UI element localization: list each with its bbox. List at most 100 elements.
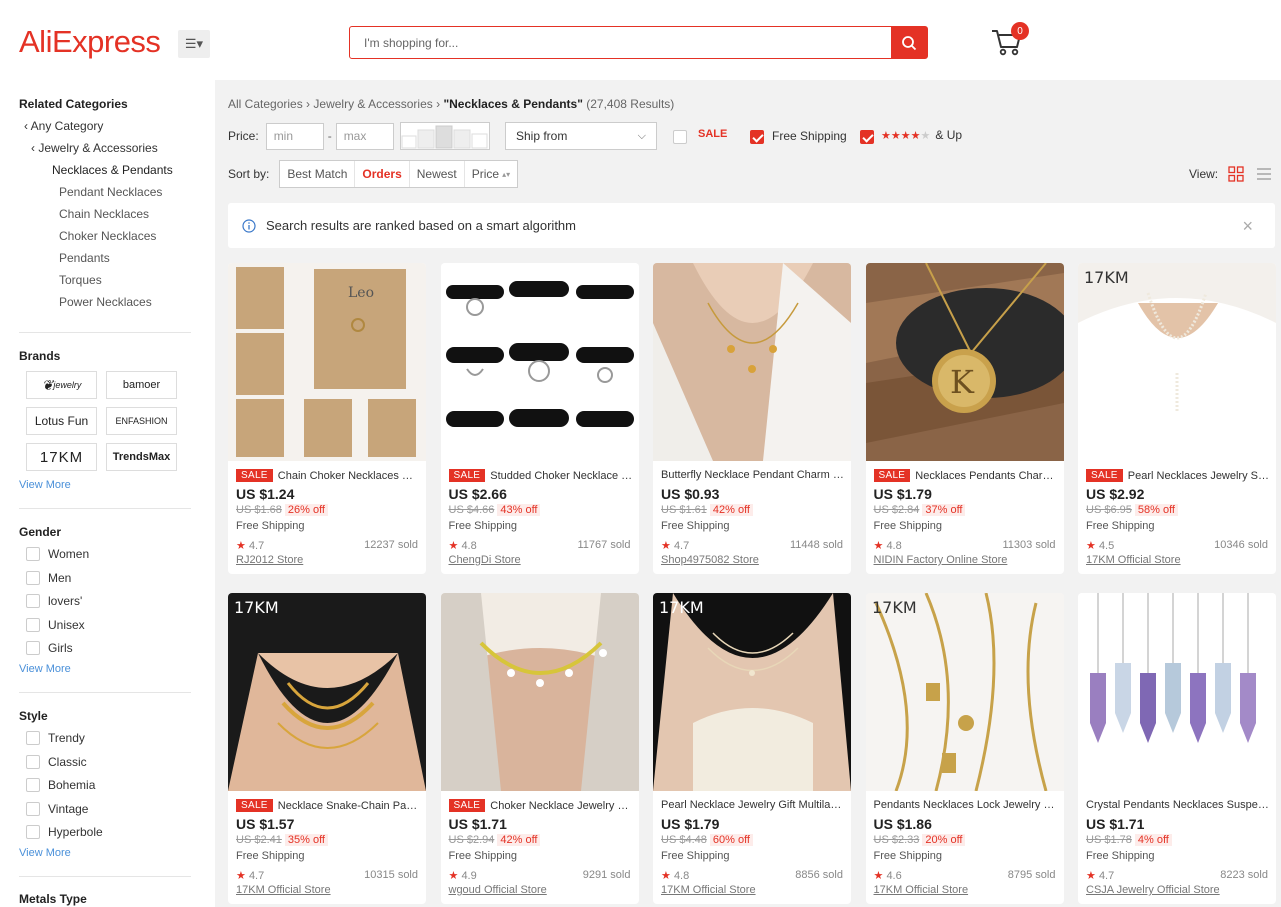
product-store-link[interactable]: wgoud Official Store: [449, 884, 547, 896]
product-image[interactable]: 17KM: [865, 593, 1064, 791]
product-card[interactable]: Leo SALEChain Choker Necklaces Pendants W…: [228, 263, 426, 574]
subcategory-link[interactable]: Chain Necklaces: [59, 207, 149, 221]
product-title[interactable]: SALENecklaces Pendants Charm Letter: [873, 469, 1058, 482]
product-card[interactable]: K SALENecklaces Pendants Charm Letter US $…: [865, 263, 1064, 574]
style-option[interactable]: Classic: [26, 754, 87, 769]
product-store-link[interactable]: RJ2012 Store: [236, 554, 303, 566]
subcategory-link[interactable]: Torques: [59, 273, 102, 287]
breadcrumb-parent[interactable]: Jewelry & Accessories: [313, 97, 432, 111]
sale-checkbox[interactable]: [673, 130, 687, 144]
product-image[interactable]: [653, 263, 851, 461]
product-title[interactable]: Crystal Pendants Necklaces Suspension: [1086, 799, 1270, 811]
gender-view-more[interactable]: View More: [19, 663, 71, 675]
subcategory-link[interactable]: Power Necklaces: [59, 295, 152, 309]
checkbox[interactable]: [26, 778, 40, 792]
gender-option[interactable]: Women: [26, 547, 89, 561]
product-image[interactable]: [1078, 593, 1276, 791]
checkbox[interactable]: [26, 570, 40, 585]
brand-bamoer[interactable]: bamoer: [106, 371, 177, 399]
product-card[interactable]: 17KM Pendants Necklaces Lock Jewelry Gold…: [865, 593, 1064, 904]
breadcrumb-all[interactable]: All Categories: [228, 97, 303, 111]
product-image[interactable]: [440, 263, 639, 461]
sort-newest[interactable]: Newest: [410, 161, 465, 187]
style-option[interactable]: Hyperbole: [26, 825, 103, 839]
style-option[interactable]: Bohemia: [26, 778, 95, 792]
subcategory-link[interactable]: Pendant Necklaces: [59, 185, 162, 199]
style-title: Style: [19, 709, 48, 723]
checkbox[interactable]: [26, 641, 40, 655]
checkbox[interactable]: [26, 547, 40, 561]
product-card[interactable]: 17KM SALENecklace Snake-Chain Parent Laye…: [228, 593, 426, 904]
gender-option[interactable]: lovers': [26, 594, 82, 608]
price-histogram-icon[interactable]: [399, 122, 490, 150]
product-store-link[interactable]: 17KM Official Store: [661, 884, 756, 896]
product-title[interactable]: Butterfly Necklace Pendant Charm Jewelry: [661, 469, 845, 481]
search-button[interactable]: [891, 27, 927, 58]
any-category-link[interactable]: ‹ Any Category: [24, 119, 103, 133]
gender-option[interactable]: Men: [26, 570, 71, 585]
product-title[interactable]: Pendants Necklaces Lock Jewelry Gold: [874, 799, 1058, 811]
product-store-link[interactable]: 17KM Official Store: [236, 884, 331, 896]
product-price: US $2.92: [1086, 486, 1145, 502]
checkbox[interactable]: [26, 825, 40, 839]
product-title[interactable]: SALEChoker Necklace Jewelry Simple Beads: [448, 799, 633, 812]
brand-enfashion[interactable]: ENFASHION: [106, 407, 177, 435]
product-card[interactable]: SALEStudded Choker Necklace Punk Leather…: [440, 263, 639, 574]
checkbox[interactable]: [26, 617, 40, 632]
price-max-input[interactable]: max: [335, 122, 394, 150]
product-store-link[interactable]: CSJA Jewelry Official Store: [1086, 884, 1220, 896]
product-title[interactable]: SALEPearl Necklaces Jewelry Shell Pendan…: [1086, 469, 1270, 482]
product-card[interactable]: Butterfly Necklace Pendant Charm Jewelry…: [653, 263, 851, 574]
product-image[interactable]: 17KM: [228, 593, 426, 791]
search-input[interactable]: [350, 27, 891, 58]
product-title[interactable]: SALEStudded Choker Necklace Punk Leather: [448, 469, 633, 482]
product-price: US $2.66: [448, 486, 507, 502]
brands-view-more[interactable]: View More: [19, 479, 71, 491]
style-option[interactable]: Vintage: [26, 801, 88, 816]
product-store-link[interactable]: Shop4975082 Store: [661, 554, 759, 566]
sort-price[interactable]: Price ▴▾: [465, 161, 517, 187]
product-card[interactable]: 17KM Pearl Necklace Jewelry Gift Multilay…: [653, 593, 851, 904]
close-icon[interactable]: ×: [1242, 216, 1253, 237]
aliexpress-logo[interactable]: AliExpress: [19, 24, 161, 60]
product-store-link[interactable]: ChengDi Store: [449, 554, 521, 566]
sort-orders[interactable]: Orders: [355, 161, 410, 187]
product-image[interactable]: Leo: [228, 263, 426, 461]
checkbox[interactable]: [26, 801, 40, 816]
subcategory-link[interactable]: Pendants: [59, 251, 110, 265]
style-view-more[interactable]: View More: [19, 847, 71, 859]
brand-jewelry[interactable]: ❦ jewelry: [26, 371, 97, 399]
product-store-link[interactable]: 17KM Official Store: [874, 884, 969, 896]
grid-view-icon[interactable]: [1228, 166, 1244, 182]
product-image[interactable]: 17KM: [653, 593, 851, 791]
brand-17km[interactable]: 17KM: [26, 443, 97, 471]
checkbox[interactable]: [26, 754, 40, 769]
gender-option[interactable]: Girls: [26, 641, 73, 655]
subcategory-link[interactable]: Choker Necklaces: [59, 229, 156, 243]
checkbox[interactable]: [26, 594, 40, 608]
category-menu-button[interactable]: ☰▾: [178, 30, 210, 58]
brand-lotus-fun[interactable]: Lotus Fun: [26, 407, 97, 435]
list-view-icon[interactable]: [1256, 166, 1272, 182]
product-card[interactable]: 17KM SALEPearl Necklaces Jewelry Shell Pe…: [1078, 263, 1276, 574]
price-min-input[interactable]: min: [265, 122, 324, 150]
brand-trendsmax[interactable]: TrendsMax: [106, 443, 177, 471]
gender-option[interactable]: Unisex: [26, 617, 85, 632]
product-store-link[interactable]: NIDIN Factory Online Store: [874, 554, 1008, 566]
product-title[interactable]: SALEChain Choker Necklaces Pendants Wome…: [236, 469, 420, 482]
product-image[interactable]: 17KM: [1078, 263, 1276, 461]
product-image[interactable]: K: [865, 263, 1064, 461]
product-title[interactable]: Pearl Necklace Jewelry Gift Multilayer: [661, 799, 845, 811]
style-option[interactable]: Trendy: [26, 731, 85, 745]
jewelry-accessories-link[interactable]: ‹ Jewelry & Accessories: [31, 141, 158, 155]
product-title[interactable]: SALENecklace Snake-Chain Parent Layered: [236, 799, 420, 812]
free-shipping-checkbox[interactable]: [750, 130, 764, 144]
rating-filter-checkbox[interactable]: [860, 130, 874, 144]
ship-from-dropdown[interactable]: Ship from ⌵: [505, 122, 657, 150]
product-card[interactable]: Crystal Pendants Necklaces Suspension US …: [1078, 593, 1276, 904]
product-image[interactable]: [440, 593, 639, 791]
sort-best-match[interactable]: Best Match: [280, 161, 356, 187]
product-store-link[interactable]: 17KM Official Store: [1086, 554, 1181, 566]
checkbox[interactable]: [26, 731, 40, 745]
product-card[interactable]: SALEChoker Necklace Jewelry Simple Beads…: [440, 593, 639, 904]
